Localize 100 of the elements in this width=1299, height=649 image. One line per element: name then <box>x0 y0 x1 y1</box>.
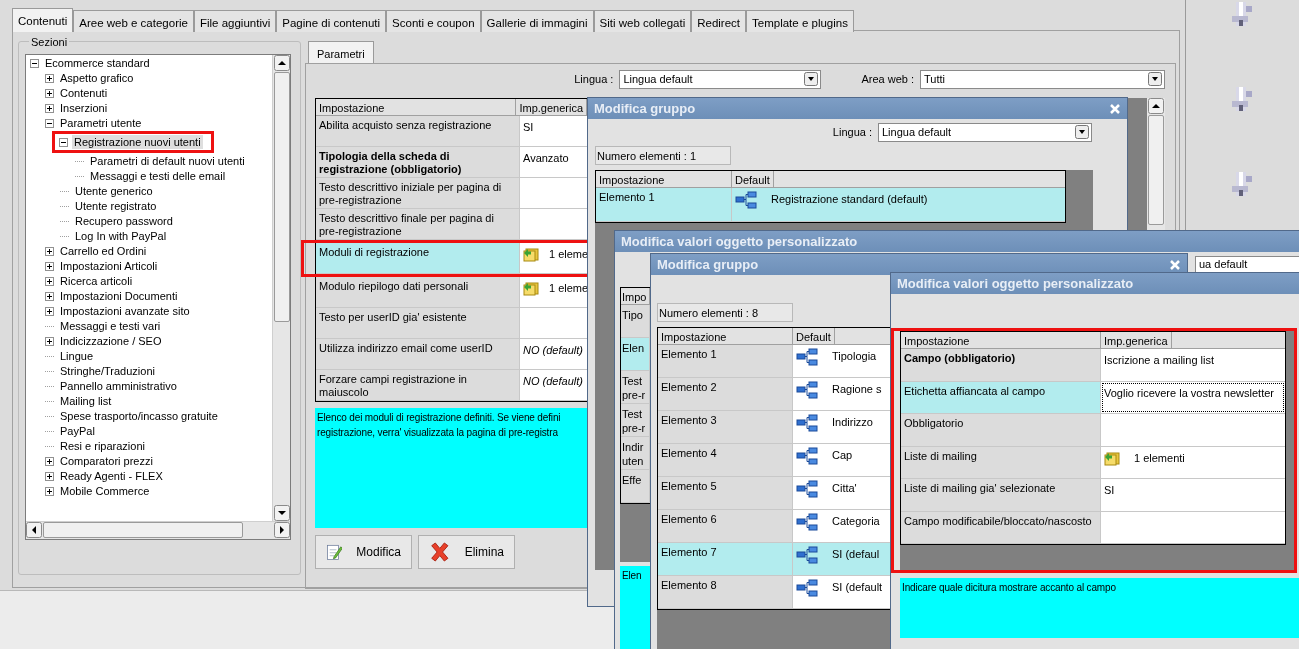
tab[interactable]: Parametri <box>308 41 374 63</box>
close-icon[interactable] <box>1169 258 1181 271</box>
tree-item[interactable]: Messaggi e testi delle email <box>88 169 228 183</box>
expand-icon[interactable] <box>45 261 54 271</box>
tree-item[interactable]: Carrello ed Ordini <box>58 244 149 258</box>
expand-icon[interactable] <box>45 246 54 256</box>
table-cell[interactable]: Categoria <box>832 513 880 530</box>
table-cell[interactable]: NO (default) <box>523 342 583 359</box>
expand-icon[interactable] <box>45 306 54 316</box>
tree-item[interactable]: Impostazioni Documenti <box>58 289 180 303</box>
table-cell[interactable]: Liste di mailing <box>901 446 1101 478</box>
table-cell[interactable]: SI (defaul <box>832 546 880 563</box>
table-cell[interactable]: Ragione s <box>832 381 882 398</box>
tree-item[interactable]: Utente generico <box>73 184 155 198</box>
tree-item[interactable]: Stringhe/Traduzioni <box>58 364 157 378</box>
scrollbar[interactable] <box>1147 98 1165 233</box>
tree-item[interactable]: Aspetto grafico <box>58 71 136 85</box>
table-cell[interactable]: Campo modificabile/bloccato/nascosto <box>901 511 1101 543</box>
table-cell[interactable]: Indir uten <box>621 437 650 469</box>
tree-item[interactable]: Parametri di default nuovi utenti <box>88 154 247 168</box>
tree-item[interactable]: Ricerca articoli <box>58 274 135 288</box>
table-cell[interactable]: Campo (obbligatorio) <box>901 349 1101 381</box>
table-cell[interactable]: Effe <box>621 470 650 502</box>
table-cell[interactable]: Elemento 5 <box>658 477 793 509</box>
scroll-left-icon[interactable] <box>26 522 42 538</box>
tab[interactable]: Contenuti <box>12 8 74 32</box>
expand-icon[interactable] <box>45 471 54 481</box>
table-cell[interactable]: Tipologia <box>832 348 877 365</box>
table-cell[interactable]: SI <box>523 119 534 136</box>
tree-item[interactable]: Utente registrato <box>73 199 159 213</box>
tree-item[interactable]: Inserzioni <box>58 101 110 115</box>
expand-icon[interactable] <box>45 276 54 286</box>
tree-item[interactable]: Impostazioni Articoli <box>58 259 160 273</box>
tab[interactable]: Template e plugins <box>746 10 854 32</box>
table-cell[interactable]: Abilita acquisto senza registrazione <box>316 116 520 146</box>
scrollbar[interactable] <box>26 520 290 539</box>
close-icon[interactable] <box>1109 102 1121 115</box>
table-cell[interactable]: 1 eleme <box>549 246 589 263</box>
tree-item[interactable]: Ecommerce standard <box>43 56 152 70</box>
table-cell[interactable]: Liste di mailing gia' selezionate <box>901 479 1101 511</box>
table-cell[interactable]: 1 elementi <box>1134 449 1185 466</box>
expand-icon[interactable] <box>45 103 54 113</box>
table-cell[interactable]: Testo descrittivo iniziale per pagina di pre-registrazione <box>316 178 520 208</box>
table-cell[interactable]: Elemento 7 <box>658 543 793 575</box>
tab[interactable]: Sconti e coupon <box>386 10 481 32</box>
tab[interactable]: File aggiuntivi <box>193 10 277 32</box>
expand-icon[interactable] <box>45 486 54 496</box>
tree-item[interactable]: Mobile Commerce <box>58 484 152 498</box>
expand-icon[interactable] <box>45 88 54 98</box>
table-cell[interactable]: NO (default) <box>523 373 583 390</box>
tree-item[interactable]: Messaggi e testi vari <box>58 319 163 333</box>
table-cell[interactable]: Tipologia della scheda di registrazione (obbligatorio) <box>316 147 520 177</box>
tree-item[interactable]: Registrazione nuovi utenti <box>72 135 203 149</box>
collapse-icon[interactable] <box>45 118 54 128</box>
dropdown[interactable]: Tutti <box>920 69 1165 89</box>
table-cell[interactable]: Voglio ricevere la vostra newsletter <box>1104 384 1274 401</box>
scroll-thumb[interactable] <box>43 522 243 538</box>
table-cell[interactable]: Elemento 1 <box>658 345 793 377</box>
scroll-up-icon[interactable] <box>1148 98 1164 114</box>
tab[interactable]: Redirect <box>691 10 747 32</box>
collapse-icon[interactable] <box>59 137 68 147</box>
table-cell[interactable]: Testo descrittivo finale per pagina di pre-registrazione <box>316 209 520 239</box>
tree-item[interactable]: Contenuti <box>58 86 110 100</box>
expand-icon[interactable] <box>45 291 54 301</box>
table-cell[interactable]: Citta' <box>832 480 857 497</box>
table-cell[interactable]: Elemento 3 <box>658 411 793 443</box>
tree-item[interactable]: Lingue <box>58 349 96 363</box>
tree-item[interactable]: Resi e riparazioni <box>58 439 147 453</box>
tree-item[interactable]: Spese trasporto/incasso gratuite <box>58 409 220 423</box>
table-cell[interactable]: SI (default <box>832 579 883 596</box>
table-cell[interactable]: Elemento 8 <box>658 576 793 608</box>
scroll-up-icon[interactable] <box>273 54 290 71</box>
dropdown[interactable]: ua default <box>1195 255 1299 273</box>
tree-item[interactable]: PayPal <box>58 424 97 438</box>
button[interactable]: Elimina <box>418 535 515 569</box>
table-cell[interactable]: SI <box>1104 482 1115 499</box>
tab[interactable]: Siti web collegati <box>593 10 692 32</box>
expand-icon[interactable] <box>45 336 54 346</box>
table-cell[interactable]: Avanzato <box>523 150 569 167</box>
table-cell[interactable]: Modulo riepilogo dati personali <box>316 277 520 307</box>
tree-item[interactable]: Impostazioni avanzate sito <box>58 304 192 318</box>
tree-item[interactable]: Indicizzazione / SEO <box>58 334 164 348</box>
table-cell[interactable]: Cap <box>832 447 853 464</box>
tree-item[interactable]: Recupero password <box>73 214 175 228</box>
tree-item[interactable]: Ready Agenti - FLEX <box>58 469 165 483</box>
scroll-thumb[interactable] <box>1148 115 1164 225</box>
table-cell[interactable]: Elen <box>621 338 650 370</box>
dropdown[interactable]: Lingua default <box>619 69 822 89</box>
table-cell[interactable]: Indirizzo <box>832 414 873 431</box>
table-cell[interactable]: Etichetta affiancata al campo <box>901 381 1101 413</box>
table-cell[interactable]: Obbligatorio <box>901 414 1101 446</box>
expand-icon[interactable] <box>45 73 54 83</box>
table-cell[interactable]: Test pre-r <box>621 371 650 403</box>
button[interactable]: Modifica <box>315 535 412 569</box>
scrollbar[interactable] <box>272 54 290 521</box>
table-cell[interactable]: Elemento 2 <box>658 378 793 410</box>
table-cell[interactable]: Elemento 1 <box>596 188 732 221</box>
tree-item[interactable]: Parametri utente <box>58 116 144 130</box>
table-cell[interactable]: Iscrizione a mailing list <box>1104 352 1215 369</box>
tree-item[interactable]: Log In with PayPal <box>73 229 169 243</box>
